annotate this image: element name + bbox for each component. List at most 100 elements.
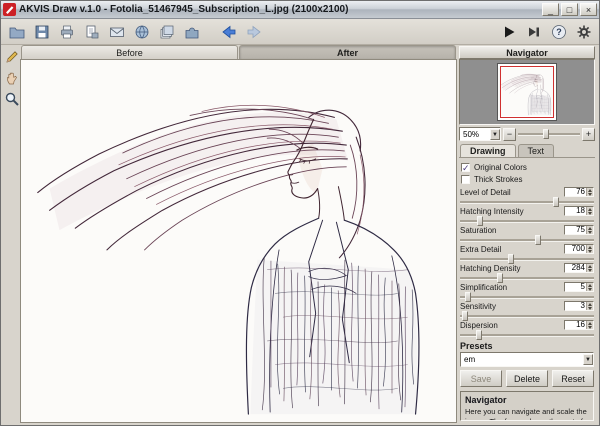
spinner-icon[interactable]: [586, 188, 593, 196]
zoom-slider[interactable]: [518, 133, 580, 136]
param-slider-handle[interactable]: [462, 311, 468, 321]
print-button[interactable]: [55, 21, 78, 43]
plugins-icon: [184, 24, 200, 40]
param-value-box[interactable]: 76: [564, 187, 594, 197]
plugins-button[interactable]: [180, 21, 203, 43]
save-button[interactable]: [30, 21, 53, 43]
param-slider-handle[interactable]: [497, 273, 503, 283]
pencil-tool-button[interactable]: [4, 49, 20, 65]
zoom-out-button[interactable]: −: [503, 128, 516, 141]
param-dispersion: Dispersion16: [460, 320, 594, 337]
open-icon: [9, 24, 25, 40]
image-tabs: Before After: [20, 45, 457, 59]
open-button[interactable]: [5, 21, 28, 43]
publish-button[interactable]: [130, 21, 153, 43]
zoom-tool-button[interactable]: [4, 91, 20, 107]
help-button[interactable]: ?: [547, 21, 570, 43]
param-value-box[interactable]: 18: [564, 206, 594, 216]
maximize-button[interactable]: □: [561, 3, 578, 16]
param-value: 76: [565, 188, 586, 196]
param-value-box[interactable]: 16: [564, 320, 594, 330]
redo-arrow-button[interactable]: [242, 21, 265, 43]
param-value-box[interactable]: 700: [564, 244, 594, 254]
spinner-icon[interactable]: [586, 302, 593, 310]
param-slider[interactable]: [460, 258, 594, 261]
param-value-box[interactable]: 75: [564, 225, 594, 235]
redo-arrow-icon: [246, 24, 262, 40]
param-simplification: Simplification 5: [460, 282, 594, 299]
image-canvas[interactable]: [20, 59, 457, 423]
param-slider[interactable]: [460, 220, 594, 223]
zoom-controls: 50% ▼ − +: [459, 125, 595, 143]
checkbox-thick-strokes[interactable]: Thick Strokes: [460, 173, 594, 185]
zoom-select[interactable]: 50% ▼: [459, 127, 501, 141]
param-label: Simplification: [460, 283, 507, 292]
param-slider-handle[interactable]: [535, 235, 541, 245]
svg-text:?: ?: [556, 27, 562, 37]
spinner-icon[interactable]: [586, 283, 593, 291]
navigator-header: Navigator: [459, 46, 595, 59]
print-layout-icon: [84, 24, 100, 40]
spinner-icon[interactable]: [586, 226, 593, 234]
preset-select[interactable]: em ▼: [460, 352, 594, 367]
tab-drawing[interactable]: Drawing: [460, 144, 516, 157]
hand-tool-button[interactable]: [4, 70, 20, 86]
param-value: 3: [565, 302, 586, 310]
zoom-slider-handle[interactable]: [543, 129, 549, 139]
tab-after[interactable]: After: [239, 45, 456, 59]
param-slider[interactable]: [460, 296, 594, 299]
close-button[interactable]: ×: [580, 3, 597, 16]
param-value-box[interactable]: 5: [564, 282, 594, 292]
checkbox-unchecked-icon[interactable]: [461, 175, 470, 184]
spinner-icon[interactable]: [586, 207, 593, 215]
spinner-icon[interactable]: [586, 264, 593, 272]
param-slider-handle[interactable]: [465, 292, 471, 302]
param-slider[interactable]: [460, 277, 594, 280]
param-slider[interactable]: [460, 315, 594, 318]
checkbox-checked-icon[interactable]: ✓: [461, 163, 470, 172]
save-button[interactable]: Save: [460, 370, 502, 387]
spinner-icon[interactable]: [586, 245, 593, 253]
chevron-down-icon[interactable]: ▼: [583, 354, 593, 365]
delete-button[interactable]: Delete: [506, 370, 548, 387]
spinner-icon[interactable]: [586, 321, 593, 329]
zoom-in-button[interactable]: +: [582, 128, 595, 141]
chevron-down-icon[interactable]: ▼: [490, 129, 500, 140]
presets-section: Presets em ▼ SaveDeleteReset: [459, 341, 595, 387]
param-slider[interactable]: [460, 239, 594, 242]
toolbar-left-group: [5, 21, 265, 43]
reset-button[interactable]: Reset: [552, 370, 594, 387]
run-all-icon: [526, 24, 542, 40]
param-label: Saturation: [460, 226, 496, 235]
param-slider-handle[interactable]: [476, 330, 482, 340]
param-slider[interactable]: [460, 334, 594, 337]
toolbar-right-group: ?: [497, 21, 595, 43]
navigator-thumbnail-area[interactable]: [459, 59, 595, 125]
param-value: 700: [565, 245, 586, 253]
window-controls: _ □ ×: [542, 3, 597, 16]
param-label: Sensitivity: [460, 302, 496, 311]
preferences-button[interactable]: [572, 21, 595, 43]
checkbox-label: Original Colors: [474, 163, 527, 172]
checkbox-original-colors[interactable]: ✓ Original Colors: [460, 161, 594, 173]
param-slider-handle[interactable]: [508, 254, 514, 264]
run-icon: [501, 24, 517, 40]
publish-icon: [134, 24, 150, 40]
param-value-box[interactable]: 3: [564, 301, 594, 311]
undo-arrow-button[interactable]: [217, 21, 240, 43]
navigator-frame[interactable]: [500, 66, 554, 118]
preferences-icon: [576, 24, 592, 40]
minimize-button[interactable]: _: [542, 3, 559, 16]
param-slider[interactable]: [460, 201, 594, 204]
param-slider-handle[interactable]: [553, 197, 559, 207]
share-button[interactable]: [105, 21, 128, 43]
run-all-button[interactable]: [522, 21, 545, 43]
run-button[interactable]: [497, 21, 520, 43]
param-value-box[interactable]: 284: [564, 263, 594, 273]
tab-before[interactable]: Before: [21, 45, 238, 59]
batch-button[interactable]: [155, 21, 178, 43]
tab-text[interactable]: Text: [518, 144, 555, 157]
param-slider-handle[interactable]: [477, 216, 483, 226]
print-layout-button[interactable]: [80, 21, 103, 43]
navigator-thumbnail[interactable]: [497, 63, 557, 121]
